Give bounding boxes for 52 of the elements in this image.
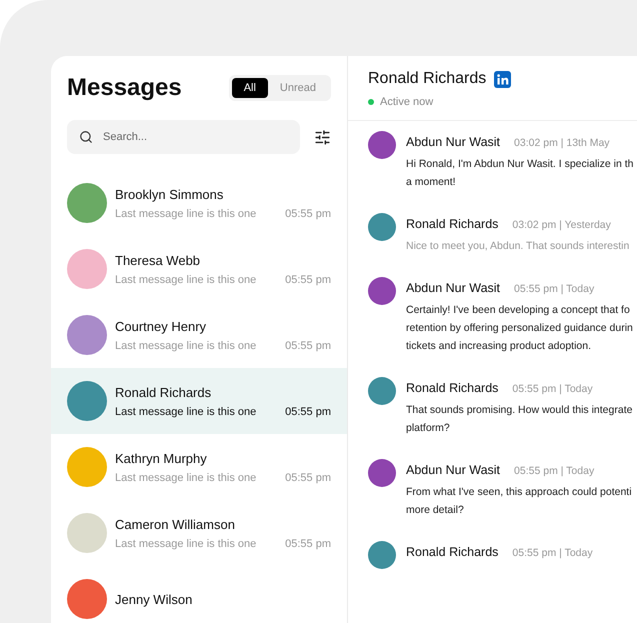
message-text: That sounds promising. How would this integrate platform?	[406, 403, 632, 436]
contact-name: Brooklyn Simmons	[115, 186, 224, 202]
message-time: 05:55 pm	[285, 274, 331, 286]
message-author: Abdun Nur Wasit	[406, 463, 500, 477]
conversation-item[interactable]: Brooklyn Simmons Last message line is this one 05:55 pm	[51, 170, 347, 236]
search-input[interactable]: Search...	[101, 130, 288, 144]
message-text: Nice to meet you, Abdun. That sounds interestin	[406, 239, 630, 254]
message-time: 05:55 pm	[285, 538, 331, 550]
message-preview: Last message line is this one	[115, 208, 256, 220]
filter-tab[interactable]: All	[232, 78, 268, 98]
message-preview: Last message line is this one	[115, 340, 256, 352]
message-timestamp: 05:55 pm | Today	[514, 465, 594, 477]
contact-name: Jenny Wilson	[115, 592, 194, 606]
message-text: Hi Ronald, I'm Abdun Nur Wasit. I specialize in th a moment!	[406, 157, 634, 190]
contact-name: Courtney Henry	[115, 318, 208, 334]
conversation-item[interactable]: Courtney Henry Last message line is this one 05:55 pm	[51, 302, 347, 368]
message-author: Ronald Richards	[406, 217, 498, 231]
contact-name: Kathryn Murphy	[115, 450, 208, 466]
contact-name: Theresa Webb	[115, 252, 202, 268]
message-time: 05:55 pm	[285, 340, 331, 352]
chat-contact-name: Ronald Richards	[368, 70, 486, 88]
conversation-item[interactable]: Kathryn Murphy Last message line is this one 05:55 pm	[51, 434, 347, 500]
conversation-item[interactable]: Jenny Wilson	[51, 566, 347, 623]
message-preview: Last message line is this one	[115, 406, 256, 418]
search-icon	[79, 129, 94, 145]
message-author: Abdun Nur Wasit	[406, 135, 500, 149]
search-field[interactable]: Search...	[67, 120, 300, 154]
message-timestamp: 05:55 pm | Today	[512, 383, 593, 395]
message-timestamp: 03:02 pm | 13th May	[514, 137, 610, 149]
message-time: 05:55 pm	[285, 406, 331, 418]
message-time: 05:55 pm	[285, 208, 331, 220]
message-timestamp: 05:55 pm | Today	[514, 283, 594, 295]
message-text: Certainly! I've been developing a concept that fo retention by offering personalized guidance durin tickets and increasing product adoption.	[406, 303, 633, 354]
messages-title: Messages	[67, 74, 182, 102]
status-text: Active now	[380, 96, 434, 108]
message-text: From what I've seen, this approach could potenti more detail?	[406, 485, 632, 518]
conversation-item[interactable]: Cameron Williamson Last message line is this one 05:55 pm	[51, 500, 347, 566]
message-timestamp: 03:02 pm | Yesterday	[512, 219, 611, 231]
contact-name: Ronald Richards	[115, 384, 212, 400]
message-author: Ronald Richards	[406, 545, 498, 559]
contact-name: Cameron Williamson	[115, 516, 236, 532]
message-time: 05:55 pm	[285, 472, 331, 484]
message-preview: Last message line is this one	[115, 274, 256, 286]
message-preview: Last message line is this one	[115, 472, 256, 484]
filter-settings-button[interactable]	[314, 128, 331, 146]
message-author: Abdun Nur Wasit	[406, 281, 500, 295]
message-preview: Last message line is this one	[115, 538, 256, 550]
conversation-item[interactable]: Ronald Richards Last message line is this one 05:55 pm	[51, 368, 347, 434]
message-timestamp: 05:55 pm | Today	[512, 547, 593, 559]
message-author: Ronald Richards	[406, 381, 498, 395]
conversation-item[interactable]: Theresa Webb Last message line is this one 05:55 pm	[51, 236, 347, 302]
linkedin-icon[interactable]	[494, 70, 512, 88]
